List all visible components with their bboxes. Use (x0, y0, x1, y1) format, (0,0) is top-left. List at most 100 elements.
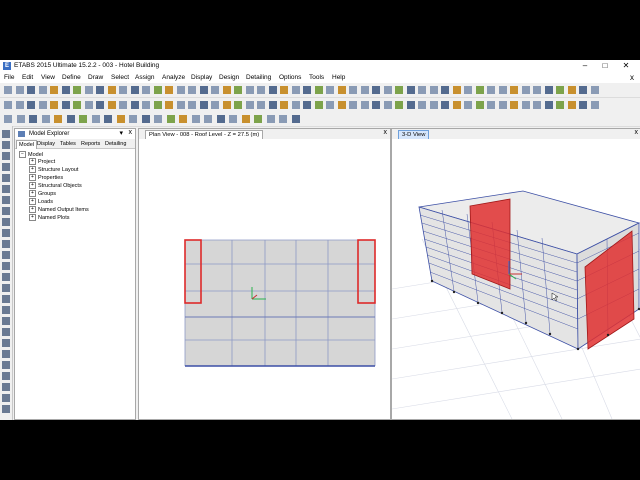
toolbar-button-icon[interactable] (154, 115, 162, 123)
toolbar-button-icon[interactable] (464, 101, 472, 109)
menu-options[interactable]: Options (279, 74, 301, 81)
plan-view-canvas[interactable] (139, 139, 390, 419)
toolbar-button-icon[interactable] (303, 86, 311, 94)
toolbar-button-icon[interactable] (4, 115, 12, 123)
menu-tools[interactable]: Tools (309, 74, 324, 81)
toolbar-button-icon[interactable] (27, 101, 35, 109)
draw-tool-icon[interactable] (2, 141, 10, 149)
draw-tool-icon[interactable] (2, 185, 10, 193)
toolbar-button-icon[interactable] (303, 101, 311, 109)
toolbar-button-icon[interactable] (280, 86, 288, 94)
toolbar-button-icon[interactable] (27, 86, 35, 94)
tab-display[interactable]: Display (35, 140, 57, 148)
expand-icon[interactable]: + (29, 166, 36, 173)
toolbar-button-icon[interactable] (452, 86, 461, 94)
toolbar-button-icon[interactable] (191, 115, 200, 123)
toolbar-button-icon[interactable] (291, 101, 300, 109)
toolbar-button-icon[interactable] (165, 101, 173, 109)
collapse-icon[interactable]: − (19, 151, 26, 158)
toolbar-button-icon[interactable] (130, 101, 139, 109)
menu-edit[interactable]: Edit (22, 74, 33, 81)
toolbar-button-icon[interactable] (91, 115, 100, 123)
toolbar-button-icon[interactable] (204, 115, 212, 123)
toolbar-button-icon[interactable] (533, 86, 541, 94)
tab-reports[interactable]: Reports (79, 140, 102, 148)
toolbar-button-icon[interactable] (464, 86, 472, 94)
maximize-button[interactable]: □ (598, 60, 612, 72)
draw-tool-icon[interactable] (2, 273, 10, 281)
draw-tool-icon[interactable] (2, 174, 10, 182)
expand-icon[interactable]: + (29, 158, 36, 165)
toolbar-button-icon[interactable] (50, 101, 58, 109)
toolbar-button-icon[interactable] (176, 101, 185, 109)
toolbar-button-icon[interactable] (567, 101, 576, 109)
draw-tool-icon[interactable] (2, 251, 10, 259)
toolbar-button-icon[interactable] (429, 86, 438, 94)
toolbar-button-icon[interactable] (199, 101, 208, 109)
draw-tool-icon[interactable] (2, 218, 10, 226)
toolbar-button-icon[interactable] (130, 86, 139, 94)
draw-tool-icon[interactable] (2, 262, 10, 270)
toolbar-button-icon[interactable] (279, 115, 287, 123)
toolbar-button-icon[interactable] (590, 86, 599, 94)
toolbar-button-icon[interactable] (280, 101, 288, 109)
toolbar-button-icon[interactable] (326, 86, 334, 94)
toolbar-button-icon[interactable] (406, 101, 415, 109)
toolbar-button-icon[interactable] (383, 86, 392, 94)
toolbar-button-icon[interactable] (326, 101, 334, 109)
toolbar-button-icon[interactable] (337, 86, 346, 94)
toolbar-button-icon[interactable] (166, 115, 175, 123)
draw-tool-icon[interactable] (2, 405, 10, 413)
draw-tool-icon[interactable] (2, 339, 10, 347)
toolbar-button-icon[interactable] (15, 86, 24, 94)
toolbar-button-icon[interactable] (96, 101, 104, 109)
draw-tool-icon[interactable] (2, 383, 10, 391)
tree-node-project[interactable]: + Project (29, 158, 55, 165)
tree-node-loads[interactable]: + Loads (29, 198, 53, 205)
expand-icon[interactable]: + (29, 182, 36, 189)
toolbar-button-icon[interactable] (176, 86, 185, 94)
toolbar-button-icon[interactable] (119, 101, 127, 109)
toolbar-button-icon[interactable] (429, 101, 438, 109)
draw-tool-icon[interactable] (2, 295, 10, 303)
toolbar-button-icon[interactable] (567, 86, 576, 94)
toolbar-button-icon[interactable] (533, 101, 541, 109)
toolbar-button-icon[interactable] (406, 86, 415, 94)
toolbar-button-icon[interactable] (222, 86, 231, 94)
toolbar-button-icon[interactable] (211, 101, 219, 109)
draw-tool-icon[interactable] (2, 350, 10, 358)
expand-icon[interactable]: + (29, 206, 36, 213)
toolbar-button-icon[interactable] (521, 86, 530, 94)
tree-node-model[interactable]: − Model (19, 151, 43, 158)
toolbar-button-icon[interactable] (441, 86, 449, 94)
toolbar-button-icon[interactable] (544, 101, 553, 109)
draw-tool-icon[interactable] (2, 240, 10, 248)
toolbar-button-icon[interactable] (234, 86, 242, 94)
toolbar-button-icon[interactable] (498, 101, 507, 109)
toolbar-button-icon[interactable] (142, 86, 150, 94)
toolbar-button-icon[interactable] (395, 101, 403, 109)
toolbar-button-icon[interactable] (372, 101, 380, 109)
menu-draw[interactable]: Draw (88, 74, 103, 81)
draw-tool-icon[interactable] (2, 394, 10, 402)
toolbar-button-icon[interactable] (141, 115, 150, 123)
draw-tool-icon[interactable] (2, 130, 10, 138)
draw-tool-icon[interactable] (2, 196, 10, 204)
toolbar-button-icon[interactable] (254, 115, 262, 123)
draw-tool-icon[interactable] (2, 207, 10, 215)
toolbar-button-icon[interactable] (211, 86, 219, 94)
draw-tool-icon[interactable] (2, 328, 10, 336)
toolbar-button-icon[interactable] (104, 115, 112, 123)
draw-tool-icon[interactable] (2, 306, 10, 314)
toolbar-button-icon[interactable] (579, 101, 587, 109)
toolbar-button-icon[interactable] (153, 101, 162, 109)
toolbar-button-icon[interactable] (521, 101, 530, 109)
toolbar-button-icon[interactable] (475, 86, 484, 94)
toolbar-button-icon[interactable] (38, 86, 47, 94)
menu-select[interactable]: Select (111, 74, 129, 81)
toolbar-button-icon[interactable] (73, 101, 81, 109)
toolbar-button-icon[interactable] (556, 101, 564, 109)
tab-model[interactable]: Model (16, 140, 37, 149)
toolbar-button-icon[interactable] (314, 101, 323, 109)
toolbar-button-icon[interactable] (291, 86, 300, 94)
